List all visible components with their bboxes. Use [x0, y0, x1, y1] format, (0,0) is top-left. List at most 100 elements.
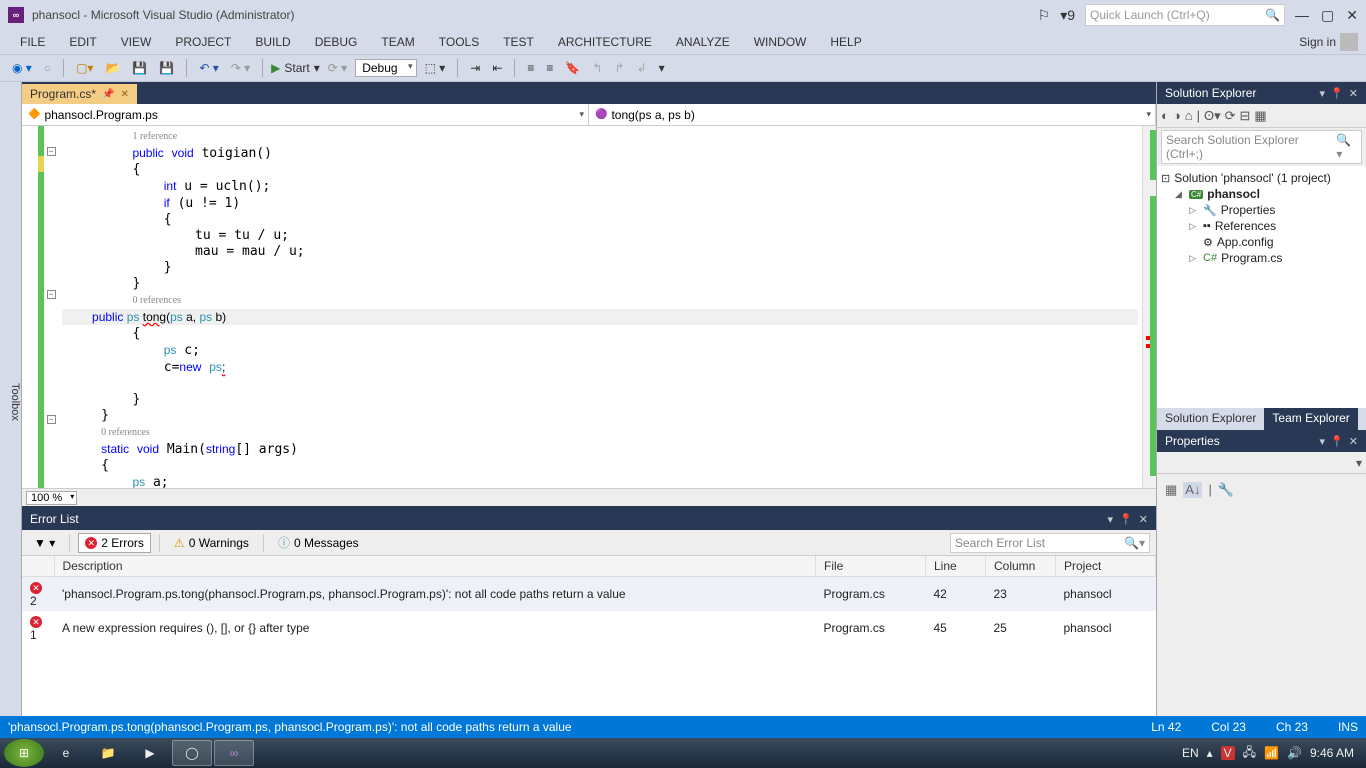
menu-build[interactable]: BUILD	[243, 33, 302, 51]
solution-search[interactable]: Search Solution Explorer (Ctrl+;)🔍▾	[1157, 128, 1366, 166]
indent-icon[interactable]: ≡	[542, 59, 557, 77]
start-options[interactable]: ⟳ ▾	[324, 59, 351, 77]
restore-button[interactable]: ▢	[1321, 7, 1334, 24]
next-bookmark-icon[interactable]: ↱	[610, 59, 628, 77]
toolbox-tab[interactable]: Toolbox	[0, 82, 22, 716]
menu-tools[interactable]: TOOLS	[427, 33, 491, 51]
sign-in-link[interactable]: Sign in	[1299, 35, 1336, 49]
tab-close-icon[interactable]: ✕	[120, 89, 128, 100]
close-button[interactable]: ✕	[1346, 7, 1358, 24]
nav-types-dropdown[interactable]: 🔶 phansocl.Program.ps	[22, 104, 589, 125]
tray-wifi-icon[interactable]: 📶	[1264, 746, 1279, 760]
avatar-icon[interactable]	[1340, 33, 1358, 51]
properties-icon[interactable]: ▦	[1254, 108, 1266, 124]
step-into-icon[interactable]: ⇥	[466, 59, 484, 77]
dropdown-icon[interactable]: ▾	[1356, 456, 1362, 470]
bookmark-icon[interactable]: 🔖	[561, 59, 584, 77]
feedback-icon[interactable]: ⚐	[1038, 7, 1051, 24]
menu-test[interactable]: TEST	[491, 33, 546, 51]
messages-filter[interactable]: ⓘ0 Messages	[272, 532, 365, 553]
pin-icon[interactable]: 📍	[1330, 87, 1344, 100]
col-file[interactable]: File	[816, 556, 926, 577]
scope-icon[interactable]: ʘ▾	[1204, 108, 1221, 124]
taskbar-vs-icon[interactable]: ∞	[214, 740, 254, 766]
tray-flag-icon[interactable]: ▴	[1207, 746, 1213, 760]
expand-icon[interactable]: ▷	[1189, 221, 1199, 232]
open-button[interactable]: 📂	[101, 59, 124, 77]
tab-team-explorer[interactable]: Team Explorer	[1264, 408, 1357, 430]
close-icon[interactable]: ✕	[1349, 87, 1358, 100]
new-project-button[interactable]: ▢▾	[72, 59, 97, 77]
tree-item[interactable]: ▷▪▪References	[1161, 218, 1362, 234]
overview-ruler[interactable]	[1142, 126, 1156, 488]
tray-av-icon[interactable]: V	[1221, 746, 1235, 760]
dropdown-icon[interactable]: ▾	[1108, 513, 1114, 526]
menu-project[interactable]: PROJECT	[163, 33, 243, 51]
tray-lang[interactable]: EN	[1182, 746, 1199, 760]
save-all-button[interactable]: 💾	[155, 59, 178, 77]
outdent-icon[interactable]: ≡	[523, 59, 538, 77]
start-button[interactable]: ⊞	[4, 739, 44, 767]
menu-file[interactable]: FILE	[8, 33, 57, 51]
quick-launch-input[interactable]: Quick Launch (Ctrl+Q) 🔍	[1085, 4, 1285, 26]
taskbar-wmp-icon[interactable]: ▶	[130, 740, 170, 766]
document-tab[interactable]: Program.cs* 📌 ✕	[22, 84, 137, 104]
close-icon[interactable]: ✕	[1349, 435, 1358, 448]
close-icon[interactable]: ✕	[1139, 513, 1148, 526]
solution-tree[interactable]: ⊡Solution 'phansocl' (1 project) ◢C#phan…	[1157, 166, 1366, 408]
dropdown-icon[interactable]: ▾	[1320, 87, 1326, 100]
code-content[interactable]: 1 reference public void toigian() { int …	[58, 126, 1142, 488]
menu-view[interactable]: VIEW	[109, 33, 164, 51]
code-editor[interactable]: − − − 1 reference public void toigian() …	[22, 126, 1156, 488]
refresh-icon[interactable]: ⟳	[1225, 108, 1236, 124]
menu-debug[interactable]: DEBUG	[303, 33, 370, 51]
taskbar-explorer-icon[interactable]: 📁	[88, 740, 128, 766]
warnings-filter[interactable]: ⚠0 Warnings	[168, 534, 255, 552]
toolbar-overflow[interactable]: ▾	[655, 59, 669, 77]
col-column[interactable]: Column	[986, 556, 1056, 577]
redo-button[interactable]: ↷ ▾	[227, 59, 254, 77]
minimize-button[interactable]: —	[1295, 7, 1309, 24]
zoom-dropdown[interactable]: 100 %	[26, 491, 77, 505]
collapse-icon[interactable]: ⊟	[1240, 108, 1251, 124]
fold-toggle[interactable]: −	[47, 290, 56, 299]
clear-bookmarks-icon[interactable]: ↲	[633, 59, 651, 77]
prev-bookmark-icon[interactable]: ↰	[588, 59, 606, 77]
error-row[interactable]: ✕1 A new expression requires (), [], or …	[22, 611, 1156, 645]
error-row[interactable]: ✕2 'phansocl.Program.ps.tong(phansocl.Pr…	[22, 577, 1156, 612]
menu-architecture[interactable]: ARCHITECTURE	[546, 33, 664, 51]
solution-platforms[interactable]: ⬚ ▾	[421, 59, 450, 77]
menu-help[interactable]: HELP	[818, 33, 873, 51]
pin-icon[interactable]: 📍	[1330, 435, 1344, 448]
error-table[interactable]: Description File Line Column Project ✕2 …	[22, 556, 1156, 716]
tab-solution-explorer[interactable]: Solution Explorer	[1157, 408, 1264, 430]
error-search-input[interactable]: Search Error List🔍▾	[950, 533, 1150, 553]
errors-filter[interactable]: ✕2 Errors	[78, 533, 151, 553]
tray-network-icon[interactable]: 🖧	[1243, 743, 1256, 764]
pin-icon[interactable]: 📌	[102, 89, 114, 100]
filter-dropdown[interactable]: ▼ ▾	[28, 534, 61, 552]
nav-back-button[interactable]: ◉ ▾	[8, 59, 36, 77]
horizontal-scrollbar[interactable]	[81, 491, 1152, 505]
menu-window[interactable]: WINDOW	[742, 33, 819, 51]
fold-toggle[interactable]: −	[47, 415, 56, 424]
config-dropdown[interactable]: Debug	[355, 59, 416, 77]
start-button[interactable]: ▶Start ▾	[271, 61, 320, 75]
tray-clock[interactable]: 9:46 AM	[1310, 746, 1354, 760]
back-icon[interactable]: ◐	[1161, 108, 1169, 123]
solution-node[interactable]: ⊡Solution 'phansocl' (1 project)	[1161, 170, 1362, 186]
menu-team[interactable]: TEAM	[369, 33, 426, 51]
home-icon[interactable]: ⌂	[1185, 108, 1193, 123]
project-node[interactable]: ◢C#phansocl	[1161, 186, 1362, 202]
menu-analyze[interactable]: ANALYZE	[664, 33, 742, 51]
pin-icon[interactable]: 📍	[1119, 513, 1133, 526]
wrench-icon[interactable]: 🔧	[1218, 482, 1234, 498]
nav-members-dropdown[interactable]: 🟣 tong(ps a, ps b)	[589, 104, 1156, 125]
step-over-icon[interactable]: ⇤	[488, 59, 506, 77]
expand-icon[interactable]: ◢	[1175, 189, 1185, 200]
fold-toggle[interactable]: −	[47, 147, 56, 156]
taskbar-chrome-icon[interactable]: ◯	[172, 740, 212, 766]
expand-icon[interactable]: ▷	[1189, 253, 1199, 264]
fwd-icon[interactable]: ◑	[1173, 108, 1181, 123]
alphabetical-icon[interactable]: A↓	[1183, 482, 1202, 498]
